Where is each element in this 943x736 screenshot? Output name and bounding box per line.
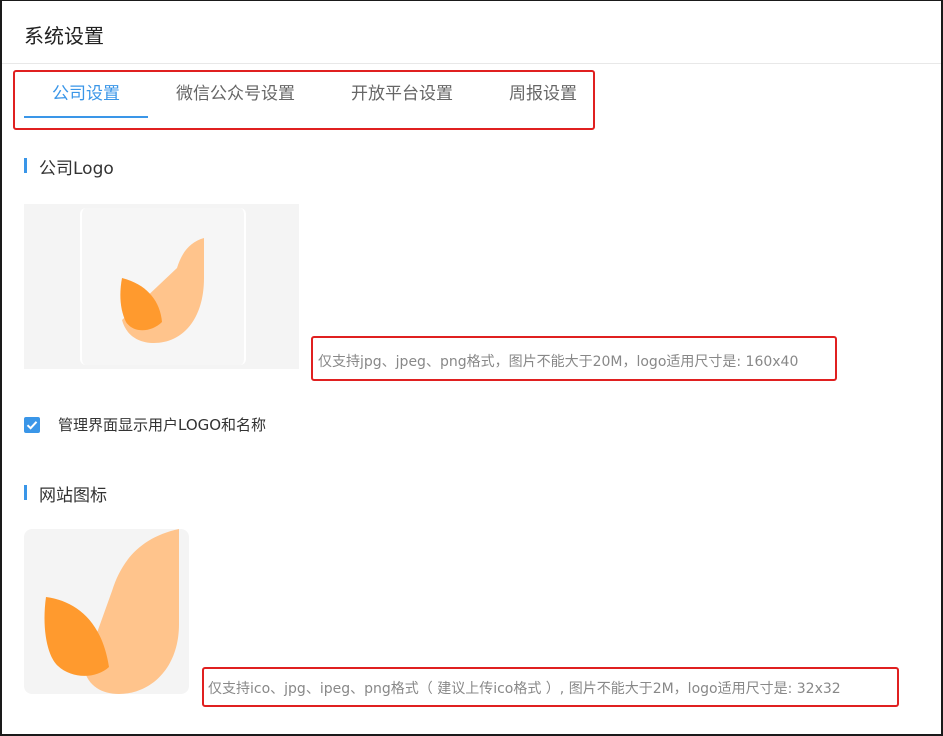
tabs-highlight-box <box>13 70 595 130</box>
site-icon-section-title: 网站图标 <box>24 481 107 506</box>
company-logo-section-title: 公司Logo <box>24 154 114 179</box>
display-logo-option: 管理界面显示用户LOGO和名称 <box>24 414 266 435</box>
display-logo-checkbox[interactable] <box>24 416 40 433</box>
company-logo-preview <box>80 208 246 365</box>
header-divider <box>2 63 941 64</box>
company-logo-upload[interactable] <box>24 204 299 369</box>
site-icon-hint-highlight <box>202 667 899 707</box>
site-icon-upload[interactable] <box>24 529 189 694</box>
company-logo-hint-highlight <box>311 336 837 381</box>
company-logo-icon <box>120 238 204 343</box>
site-icon-preview <box>44 529 179 694</box>
display-logo-label: 管理界面显示用户LOGO和名称 <box>58 416 267 434</box>
page-title: 系统设置 <box>24 24 104 48</box>
checkmark-icon <box>26 420 38 430</box>
